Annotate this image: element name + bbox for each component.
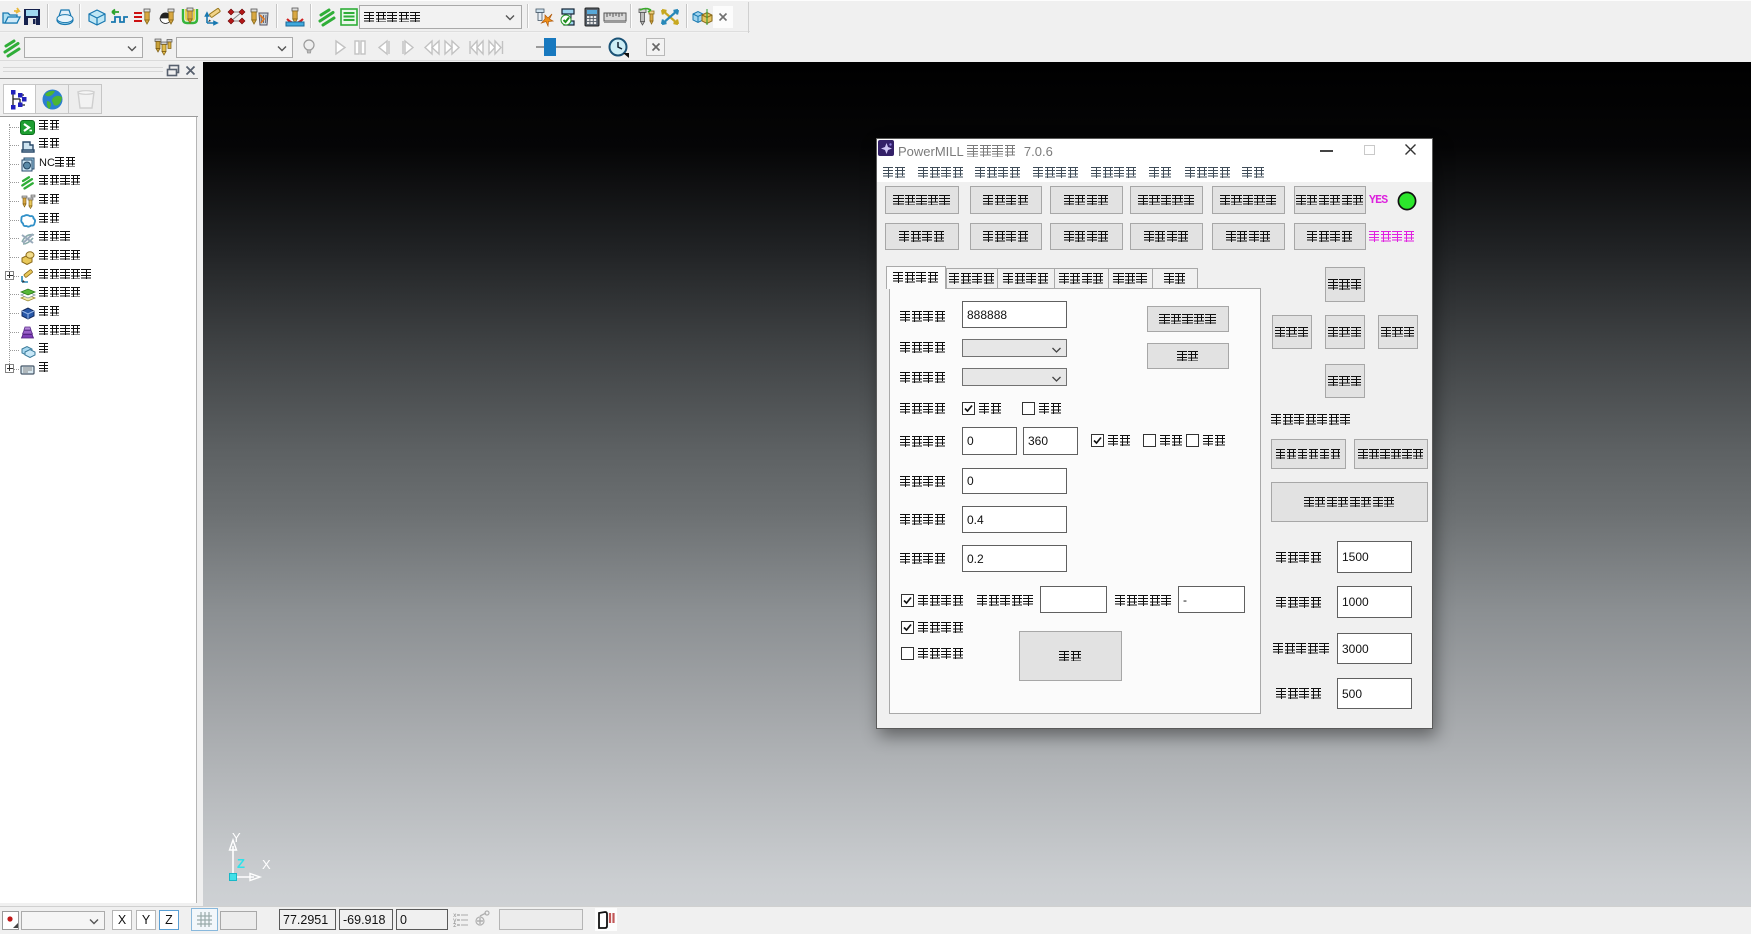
svg-text:Y: Y xyxy=(232,832,241,845)
svg-text:X: X xyxy=(262,857,271,872)
svg-text:Z: Z xyxy=(237,856,245,871)
svg-text:z=: z= xyxy=(453,922,461,928)
